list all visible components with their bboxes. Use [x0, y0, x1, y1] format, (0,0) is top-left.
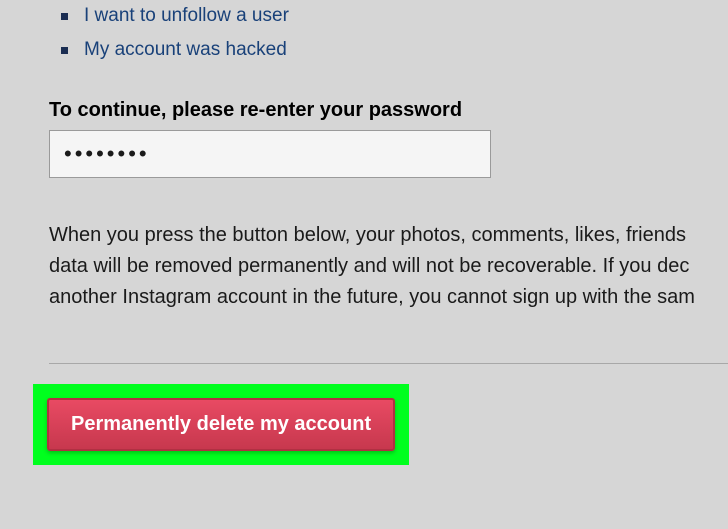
- bullet-icon: [61, 47, 68, 54]
- highlight-box: Permanently delete my account: [33, 384, 409, 465]
- password-section: To continue, please re-enter your passwo…: [49, 99, 728, 178]
- list-item: My account was hacked: [61, 39, 728, 61]
- divider: [49, 363, 728, 364]
- password-input[interactable]: [49, 130, 491, 178]
- permanently-delete-button[interactable]: Permanently delete my account: [47, 398, 395, 451]
- list-item: I want to unfollow a user: [61, 5, 728, 27]
- warning-text: When you press the button below, your ph…: [49, 220, 728, 313]
- reason-link-hacked[interactable]: My account was hacked: [84, 39, 287, 61]
- reason-link-unfollow[interactable]: I want to unfollow a user: [84, 5, 289, 27]
- password-label: To continue, please re-enter your passwo…: [49, 99, 728, 122]
- warning-line: another Instagram account in the future,…: [49, 282, 728, 313]
- warning-line: data will be removed permanently and wil…: [49, 251, 728, 282]
- warning-line: When you press the button below, your ph…: [49, 220, 728, 251]
- reasons-list: I want to unfollow a user My account was…: [61, 5, 728, 61]
- bullet-icon: [61, 13, 68, 20]
